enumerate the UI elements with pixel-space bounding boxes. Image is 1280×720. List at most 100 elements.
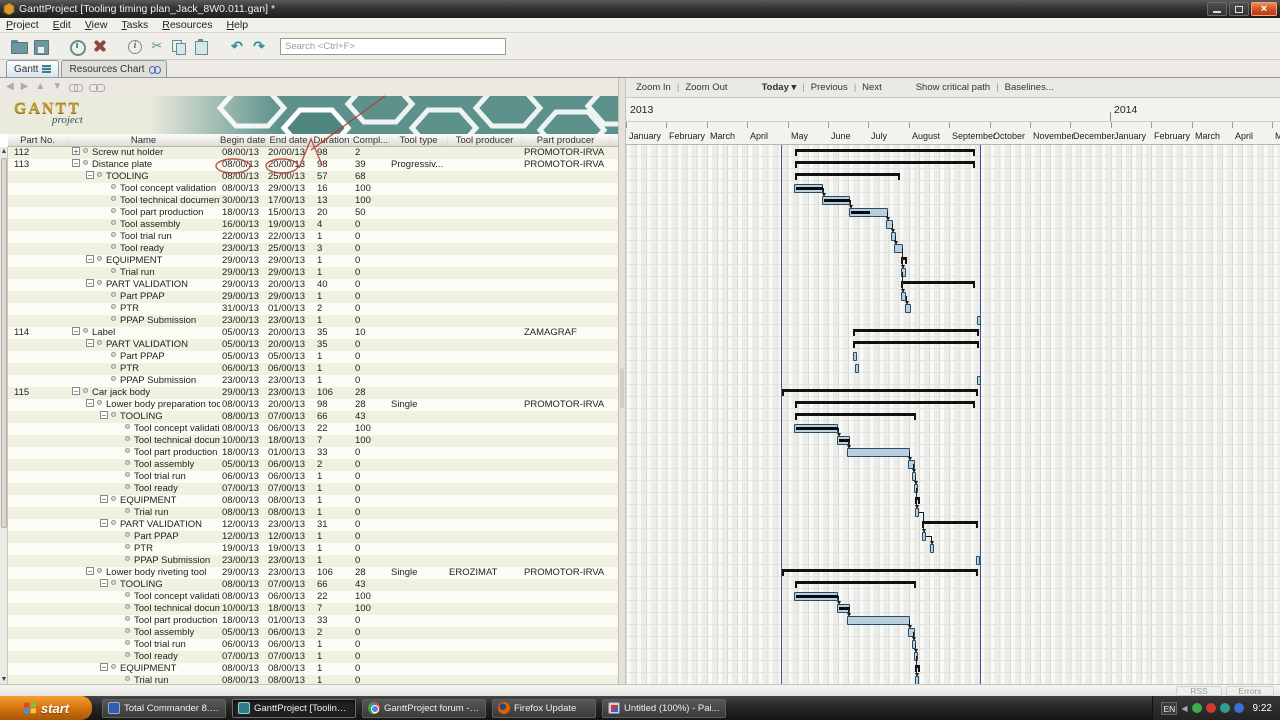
task-bar[interactable] [855, 364, 859, 373]
taskbar-button-paint[interactable]: Untitled (100%) - Pai... [602, 699, 726, 718]
table-row[interactable]: Part PPAP12/00/1312/00/1310 [8, 531, 618, 543]
table-row[interactable]: Tool trial run06/00/1306/00/1310 [8, 639, 618, 651]
collapse-icon[interactable]: − [72, 159, 80, 167]
vertical-scrollbar[interactable]: ▲ ▼ [0, 147, 8, 684]
table-row[interactable]: 114−Label05/00/1320/00/133510ZAMAGRAF [8, 327, 618, 339]
table-row[interactable]: −EQUIPMENT08/00/1308/00/1310 [8, 663, 618, 675]
table-row[interactable]: 115−Car jack body29/00/1323/00/1310628 [8, 387, 618, 399]
link-tasks-icon[interactable] [69, 83, 82, 92]
save-project-icon[interactable] [32, 38, 50, 55]
task-bar[interactable] [822, 196, 850, 205]
table-row[interactable]: −Lower body preparation tool08/00/1320/0… [8, 399, 618, 411]
table-row[interactable]: Tool assembly05/00/1306/00/1320 [8, 627, 618, 639]
copy-icon[interactable] [170, 38, 188, 55]
summary-bar[interactable] [782, 569, 978, 572]
nav-left-icon[interactable]: ◀ [6, 78, 14, 96]
table-row[interactable]: Trial run08/00/1308/00/1310 [8, 675, 618, 684]
task-bar[interactable] [794, 424, 838, 433]
chart-control-show-critical-path[interactable]: Show critical path [916, 82, 990, 93]
collapse-icon[interactable]: − [100, 411, 108, 419]
table-row[interactable]: Tool concept validation08/00/1306/00/132… [8, 591, 618, 603]
column-header-part-producer[interactable]: Part producer [522, 134, 610, 147]
table-row[interactable]: Tool technical docum...10/00/1318/00/137… [8, 435, 618, 447]
search-input[interactable] [280, 38, 506, 55]
table-row[interactable]: Tool ready07/00/1307/00/1310 [8, 483, 618, 495]
collapse-icon[interactable]: − [86, 279, 94, 287]
task-bar[interactable] [847, 616, 910, 625]
table-row[interactable]: PPAP Submission23/00/1323/00/1310 [8, 555, 618, 567]
collapse-icon[interactable]: − [72, 387, 80, 395]
unlink-tasks-icon[interactable] [89, 83, 102, 92]
summary-bar[interactable] [901, 281, 975, 284]
table-row[interactable]: Trial run08/00/1308/00/1310 [8, 507, 618, 519]
collapse-icon[interactable]: − [100, 519, 108, 527]
collapse-icon[interactable]: − [86, 339, 94, 347]
chart-control-next[interactable]: Next [862, 82, 882, 93]
table-row[interactable]: Tool technical docum...10/00/1318/00/137… [8, 603, 618, 615]
task-bar[interactable] [853, 352, 857, 361]
table-row[interactable]: Tool technical document...30/00/1317/00/… [8, 195, 618, 207]
table-row[interactable]: Tool trial run06/00/1306/00/1310 [8, 471, 618, 483]
collapse-icon[interactable]: − [100, 495, 108, 503]
summary-bar[interactable] [795, 581, 916, 584]
summary-bar[interactable] [853, 329, 979, 332]
start-button[interactable]: start [0, 696, 92, 720]
task-bar[interactable] [977, 316, 981, 325]
taskbar-button-chrome[interactable]: GanttProject forum - ... [362, 699, 486, 718]
column-header-end-date[interactable]: End date [266, 134, 312, 147]
table-row[interactable]: −Lower body riveting tool29/00/1323/00/1… [8, 567, 618, 579]
tray-teal-icon[interactable] [1220, 703, 1230, 713]
table-row[interactable]: PTR19/00/1319/00/1310 [8, 543, 618, 555]
taskbar-button-tc[interactable]: Total Commander 8.0... [102, 699, 226, 718]
column-header-begin-date[interactable]: Begin date [220, 134, 266, 147]
column-header-part-no-[interactable]: Part No. [8, 134, 68, 147]
table-row[interactable]: −EQUIPMENT08/00/1308/00/1310 [8, 495, 618, 507]
minimize-button[interactable] [1207, 2, 1227, 16]
scrollbar-thumb[interactable] [1, 158, 7, 528]
table-row[interactable]: Tool ready07/00/1307/00/1310 [8, 651, 618, 663]
tray-blue-icon[interactable] [1234, 703, 1244, 713]
collapse-icon[interactable]: − [86, 171, 94, 179]
task-bar[interactable] [930, 544, 934, 553]
tab-resources-chart[interactable]: Resources Chart [61, 60, 166, 77]
task-bar[interactable] [794, 592, 838, 601]
table-row[interactable]: Tool part production18/00/1315/00/132050 [8, 207, 618, 219]
menu-project[interactable]: Project [6, 19, 39, 31]
table-row[interactable]: −TOOLING08/00/1307/00/136643 [8, 411, 618, 423]
summary-bar[interactable] [795, 173, 900, 176]
table-row[interactable]: Tool ready23/00/1325/00/1330 [8, 243, 618, 255]
table-row[interactable]: Tool concept validation08/00/1329/00/131… [8, 183, 618, 195]
task-bar[interactable] [977, 376, 981, 385]
paste-icon[interactable] [192, 38, 210, 55]
table-row[interactable]: −PART VALIDATION29/00/1320/00/13400 [8, 279, 618, 291]
task-bar[interactable] [915, 676, 919, 684]
cut-icon[interactable]: ✂ [148, 38, 166, 55]
table-row[interactable]: Part PPAP05/00/1305/00/1310 [8, 351, 618, 363]
column-header-name[interactable]: Name [68, 134, 220, 147]
undo-icon[interactable]: ↶ [228, 38, 246, 55]
scroll-up-icon[interactable]: ▲ [0, 147, 8, 156]
table-row[interactable]: Tool trial run22/00/1322/00/1310 [8, 231, 618, 243]
task-bar[interactable] [976, 556, 980, 565]
table-row[interactable]: Part PPAP29/00/1329/00/1310 [8, 291, 618, 303]
table-row[interactable]: −EQUIPMENT29/00/1329/00/1310 [8, 255, 618, 267]
tray-chevron-icon[interactable]: ◀ [1181, 704, 1187, 713]
errors-button[interactable]: Errors [1226, 686, 1274, 696]
expand-icon[interactable]: + [72, 147, 80, 155]
table-row[interactable]: −TOOLING08/00/1325/00/135768 [8, 171, 618, 183]
tray-green-icon[interactable] [1192, 703, 1202, 713]
delete-task-icon[interactable] [90, 38, 108, 55]
chart-control-today[interactable]: Today ▾ [762, 82, 797, 93]
nav-right-icon[interactable]: ▶ [21, 78, 29, 96]
column-header-tool-type[interactable]: Tool type [390, 134, 448, 147]
task-bar[interactable] [849, 208, 888, 217]
summary-bar[interactable] [795, 401, 975, 404]
menu-help[interactable]: Help [226, 19, 248, 31]
summary-bar[interactable] [795, 149, 975, 152]
clock-icon[interactable] [68, 38, 86, 55]
summary-bar[interactable] [922, 521, 978, 524]
table-row[interactable]: −PART VALIDATION12/00/1323/00/13310 [8, 519, 618, 531]
collapse-icon[interactable]: − [86, 567, 94, 575]
tab-gantt[interactable]: Gantt [6, 60, 59, 77]
table-row[interactable]: 113−Distance plate08/00/1320/00/139839Pr… [8, 159, 618, 171]
